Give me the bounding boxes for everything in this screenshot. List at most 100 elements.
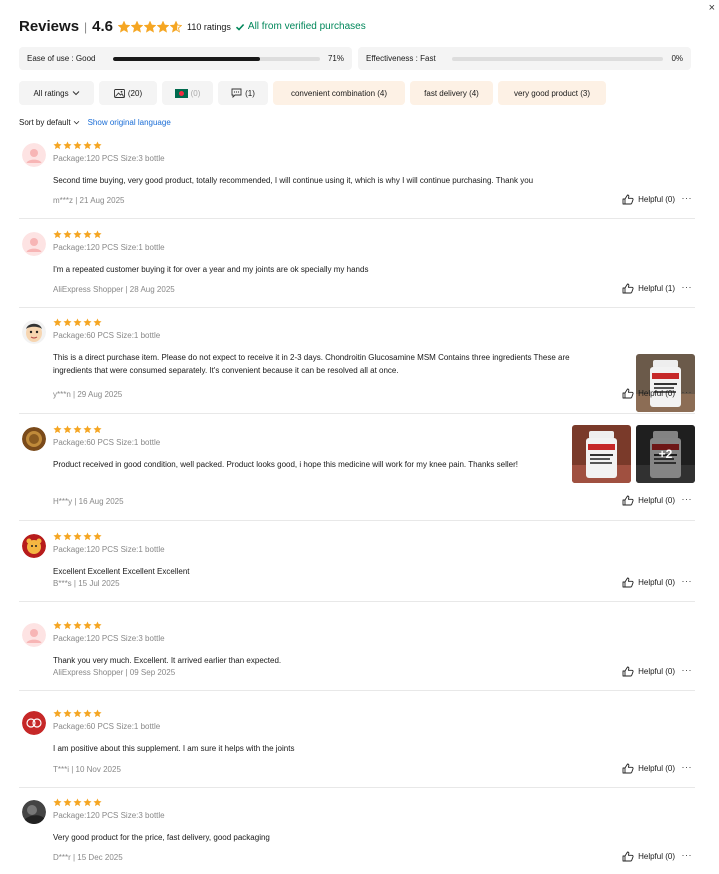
all-ratings-label: All ratings	[33, 88, 69, 98]
star-icon	[83, 798, 92, 807]
filter-bar: All ratings (20) (0) (1) convenient comb…	[19, 81, 606, 105]
more-options-icon[interactable]: ···	[682, 494, 693, 504]
filter-photos[interactable]: (20)	[99, 81, 157, 105]
review-text: Thank you very much. Excellent. It arriv…	[53, 656, 282, 665]
star-icon	[53, 621, 62, 630]
all-ratings-dropdown[interactable]: All ratings	[19, 81, 94, 105]
star-icon	[83, 141, 92, 150]
review-meta: H***y | 16 Aug 2025	[53, 497, 124, 506]
more-options-icon[interactable]: ···	[682, 282, 693, 292]
checkmark-icon	[235, 23, 245, 31]
star-icon	[63, 709, 72, 718]
more-options-icon[interactable]: ···	[682, 665, 693, 675]
helpful-button[interactable]: Helpful (0)	[622, 495, 675, 506]
star-icon	[73, 141, 82, 150]
tag-convenient-combination[interactable]: convenient combination (4)	[273, 81, 405, 105]
review-item: Package:120 PCS Size:1 bottle Excellent …	[19, 532, 695, 602]
review-package: Package:60 PCS Size:1 bottle	[53, 331, 161, 340]
star-icon	[53, 798, 62, 807]
close-icon[interactable]: ×	[709, 2, 715, 14]
review-photo[interactable]	[572, 425, 631, 483]
divider	[19, 690, 695, 691]
bear-avatar	[22, 534, 46, 558]
tag-very-good-product[interactable]: very good product (3)	[498, 81, 606, 105]
review-package: Package:120 PCS Size:1 bottle	[53, 545, 165, 554]
thumbs-up-icon	[622, 666, 634, 677]
helpful-button[interactable]: Helpful (0)	[622, 388, 675, 399]
metric-bar-fill	[113, 56, 260, 61]
comments-count: (1)	[245, 88, 255, 98]
star-icon	[83, 318, 92, 327]
star-icon	[73, 621, 82, 630]
reviews-header: Reviews | 4.6 110 ratings All from verif…	[19, 18, 366, 35]
star-icon	[73, 425, 82, 434]
star-icon	[63, 141, 72, 150]
thumbs-up-icon	[622, 194, 634, 205]
review-item: Package:60 PCS Size:1 bottle This is a d…	[19, 318, 695, 414]
review-meta: D***r | 15 Dec 2025	[53, 853, 123, 862]
more-options-icon[interactable]: ···	[682, 762, 693, 772]
sort-bar: Sort by default Show original language	[19, 118, 171, 127]
more-options-icon[interactable]: ···	[682, 193, 693, 203]
helpful-button[interactable]: Helpful (0)	[622, 577, 675, 588]
helpful-button[interactable]: Helpful (1)	[622, 283, 675, 294]
metric-percent: 71%	[327, 54, 344, 63]
star-icon	[73, 532, 82, 541]
review-meta: m***z | 21 Aug 2025	[53, 196, 125, 205]
star-icon	[170, 20, 183, 32]
review-package: Package:120 PCS Size:3 bottle	[53, 154, 165, 163]
star-icon	[93, 230, 102, 239]
image-icon	[113, 88, 125, 98]
more-options-icon[interactable]: ···	[682, 850, 693, 860]
review-photo[interactable]	[636, 354, 695, 412]
thumbs-up-icon	[622, 763, 634, 774]
star-icon	[93, 798, 102, 807]
review-item: Package:120 PCS Size:3 bottle Second tim…	[19, 141, 695, 219]
helpful-button[interactable]: Helpful (0)	[622, 194, 675, 205]
more-options-icon[interactable]: ···	[682, 576, 693, 586]
header-stars	[118, 20, 183, 33]
review-meta: T***i | 10 Nov 2025	[53, 765, 121, 774]
helpful-count: Helpful (0)	[638, 852, 675, 861]
review-stars	[53, 709, 102, 718]
review-text: Very good product for the price, fast de…	[53, 833, 270, 842]
review-meta: y***n | 29 Aug 2025	[53, 390, 123, 399]
helpful-count: Helpful (0)	[638, 496, 675, 505]
bottle-photo	[636, 354, 695, 412]
more-options-icon[interactable]: ···	[682, 387, 693, 397]
sort-dropdown[interactable]: Sort by default	[19, 118, 80, 127]
filter-comments[interactable]: (1)	[218, 81, 268, 105]
metrics-row: Ease of use : Good 71% Effectiveness : F…	[19, 47, 691, 70]
review-package: Package:60 PCS Size:1 bottle	[53, 438, 161, 447]
helpful-count: Helpful (0)	[638, 195, 675, 204]
helpful-button[interactable]: Helpful (0)	[622, 851, 675, 862]
default-avatar	[22, 623, 46, 647]
star-icon	[83, 425, 92, 434]
review-stars	[53, 318, 102, 327]
metric-effectiveness: Effectiveness : Fast 0%	[358, 47, 691, 70]
helpful-button[interactable]: Helpful (0)	[622, 763, 675, 774]
helpful-count: Helpful (0)	[638, 667, 675, 676]
country-count: (0)	[190, 88, 201, 98]
chevron-down-icon	[73, 120, 79, 125]
star-icon	[93, 709, 102, 718]
sort-label: Sort by default	[19, 118, 71, 127]
helpful-count: Helpful (0)	[638, 578, 675, 587]
cartoon-face-avatar	[22, 320, 46, 344]
review-meta: B***s | 15 Jul 2025	[53, 579, 120, 588]
filter-country[interactable]: (0)	[162, 81, 213, 105]
review-stars	[53, 230, 102, 239]
review-text: Product received in good condition, well…	[53, 460, 518, 469]
tag-fast-delivery[interactable]: fast delivery (4)	[410, 81, 493, 105]
show-original-language-link[interactable]: Show original language	[88, 118, 171, 127]
review-item: Package:60 PCS Size:1 bottle I am positi…	[19, 709, 695, 788]
page-title: Reviews	[19, 18, 80, 35]
helpful-button[interactable]: Helpful (0)	[622, 666, 675, 677]
metric-ease-of-use: Ease of use : Good 71%	[19, 47, 352, 70]
review-text: Second time buying, very good product, t…	[53, 176, 534, 185]
star-icon	[63, 230, 72, 239]
review-photo-more[interactable]: +2	[636, 425, 695, 483]
star-icon	[118, 20, 131, 32]
helpful-count: Helpful (1)	[638, 284, 675, 293]
review-item: Package:60 PCS Size:1 bottle Product rec…	[19, 425, 695, 521]
